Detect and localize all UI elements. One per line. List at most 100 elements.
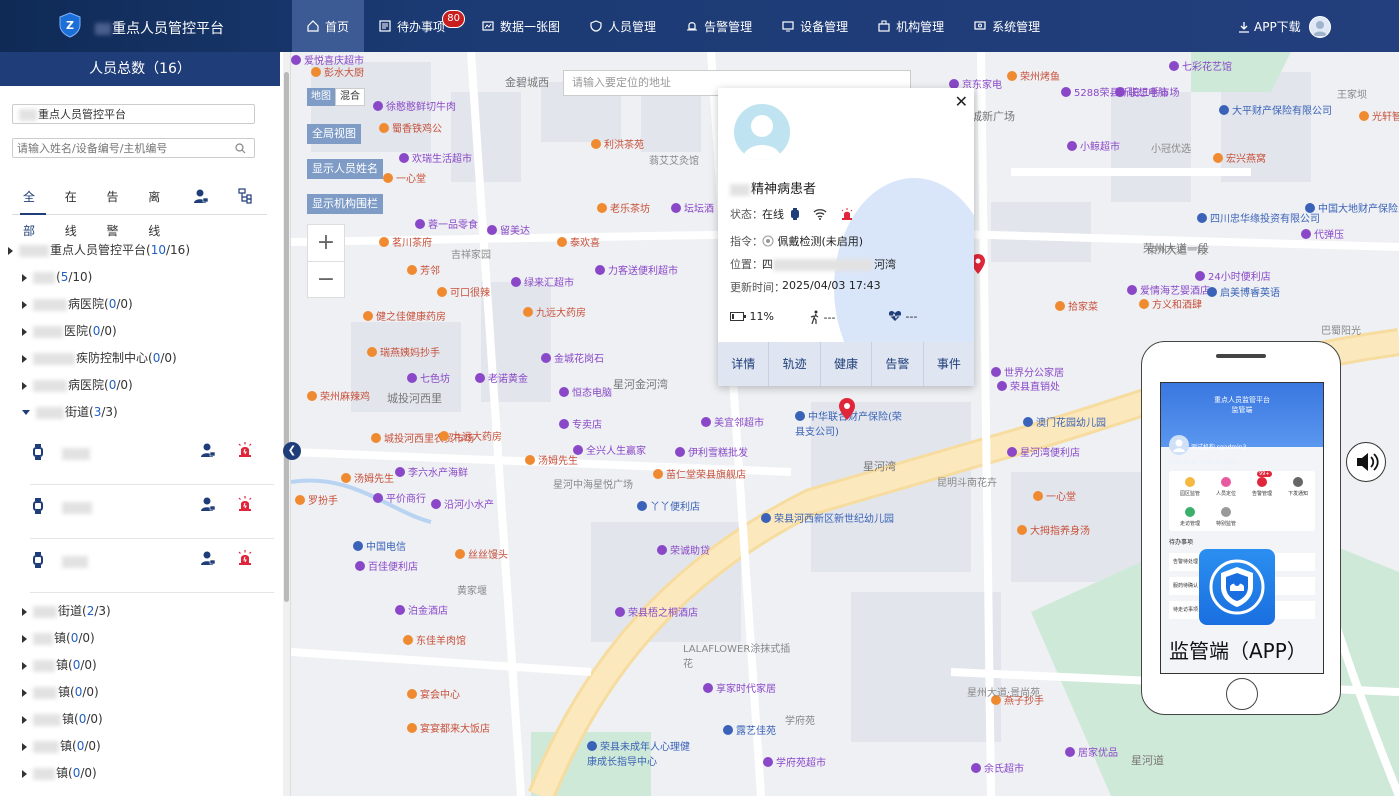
app-phone-promo[interactable]: 重点人员监管平台 监管端 测试机构 sqadmin3 2025-01-07 16… [1141,341,1341,715]
map-poi[interactable]: 全兴人生赢家 [573,442,646,457]
nav-item-1[interactable]: 待办事项 80 [364,0,467,52]
sound-toggle-button[interactable] [1346,442,1386,482]
map-type-hybrid[interactable]: 混合 [335,88,365,106]
map-poi[interactable]: 荣州烤鱼 [1007,68,1060,83]
map-poi[interactable]: 学府苑 [785,712,815,727]
map-poi[interactable]: 星州大道·景尚苑 [967,684,1040,699]
map-poi[interactable]: 汤姆先生 [341,470,394,485]
tree-node[interactable]: 医院(0/0) [0,318,282,345]
app-download-button[interactable]: APP下载 [1238,18,1301,35]
map-poi[interactable]: 徐憨憨鲜切牛肉 [373,98,456,113]
map-poi[interactable]: 荣县梧之桐酒店 [615,604,698,619]
map-poi[interactable]: 爱情海艺婴酒店 [1127,282,1210,297]
tree-node[interactable]: 疾防控制中心(0/0) [0,345,282,372]
show-org-fence-button[interactable]: 显示机构围栏 [307,194,383,214]
map-poi[interactable]: 七色坊 [407,370,450,385]
map-poi[interactable]: 宴宴都来大饭店 [407,720,490,735]
map-poi[interactable]: 荣县未成年人心理健康成长指导中心 [587,738,697,768]
map-poi[interactable]: 一心堂 [383,170,426,185]
person-lock-icon[interactable] [200,550,216,566]
map-poi[interactable]: 美宜邻超市 [701,414,764,429]
map-poi[interactable]: 王家坝 [1337,86,1367,101]
map-poi[interactable]: 荣诚助贷 [657,542,710,557]
map-poi[interactable]: 百佳便利店 [355,558,418,573]
map-poi[interactable]: LALAFLOWER涂抹式插花 [683,640,793,670]
map-poi[interactable]: 欢瑞生活超市 [399,150,472,165]
nav-item-0[interactable]: 首页 [292,0,365,52]
map-poi[interactable]: 留美达 [487,222,530,237]
close-icon[interactable]: ✕ [955,92,968,111]
caret-right-icon[interactable] [22,661,27,670]
caret-right-icon[interactable] [22,688,27,697]
health-button[interactable]: 健康 [821,342,873,386]
person-search[interactable] [12,138,255,158]
map-poi[interactable]: 伊利雪糕批发 [675,444,748,459]
map-poi[interactable]: 罗扮手 [295,492,338,507]
map-poi[interactable]: 荣县直销处 [997,378,1060,393]
map-poi[interactable]: 昆明斗南花卉 [937,474,997,489]
alarm-light-icon[interactable] [237,442,253,458]
map-poi[interactable]: 四川忠华缘投资有限公司 [1197,210,1320,225]
map-poi[interactable]: 荣州麻辣鸡 [307,388,370,403]
map-poi[interactable]: 世界分公家居 [991,364,1064,379]
tree-node[interactable]: 病医院(0/0) [0,372,282,399]
nav-item-7[interactable]: 系统管理 [959,0,1055,52]
person-search-input[interactable] [13,139,231,157]
nav-item-4[interactable]: 告警管理 [671,0,767,52]
map-poi[interactable]: 芳邻 [407,262,440,277]
tree-node[interactable]: 病医院(0/0) [0,291,282,318]
map-poi[interactable]: 露艺佳苑 [723,722,776,737]
org-select[interactable]: 重点人员管控平台 [12,104,255,124]
map-poi[interactable]: 泰欢喜 [557,234,600,249]
map-poi[interactable]: 宴会中心 [407,686,460,701]
person-filter-button[interactable] [179,180,223,214]
map-poi[interactable]: 星河中海星悦广场 [553,476,633,491]
tree-root[interactable]: 重点人员管控平台(10/16) [0,237,282,264]
map-poi[interactable]: 蓊艾艾灸馆 [649,152,699,167]
map-type-map[interactable]: 地图 [307,88,335,106]
org-tree-button[interactable] [223,180,267,214]
caret-right-icon[interactable] [22,607,27,616]
alarm-light-icon[interactable] [237,496,253,512]
map-poi[interactable]: 可口很辣 [437,284,490,299]
map-poi[interactable]: 坛坛酒 [671,200,714,215]
device-person-row[interactable] [30,538,274,593]
map-poi[interactable]: 星河湾便利店 [1007,444,1080,459]
map-poi[interactable]: 茗川茶府 [379,234,432,249]
zoom-in-button[interactable]: + [308,225,344,262]
map-poi[interactable]: 巴蜀阳光 [1321,322,1361,337]
map-poi[interactable]: 大平财产保险有限公司 [1219,102,1332,117]
map-poi[interactable]: 澳门花园幼儿园 [1023,414,1106,429]
map-poi[interactable]: 九远大药房 [439,428,502,443]
tree-node[interactable]: 街道(2/3) [0,598,282,625]
map-poi[interactable]: 拾家菜 [1055,298,1098,313]
full-view-button[interactable]: 全局视图 [307,124,361,144]
nav-item-5[interactable]: 设备管理 [767,0,863,52]
nav-item-3[interactable]: 人员管理 [575,0,671,52]
user-avatar[interactable] [1309,16,1331,38]
map-poi[interactable]: 丫丫便利店 [637,498,700,513]
map-poi[interactable]: 吉祥家园 [451,246,491,261]
map-poi[interactable]: 蜀香铁鸡公 [379,120,442,135]
zoom-out-button[interactable]: − [308,262,344,298]
caret-right-icon[interactable] [22,381,27,390]
nav-item-6[interactable]: 机构管理 [863,0,959,52]
tab-alarm[interactable]: 告警 [96,180,138,238]
caret-right-icon[interactable] [8,246,13,255]
map-poi[interactable]: 联想电脑 [1115,84,1168,99]
tab-offline[interactable]: 离线 [137,180,179,238]
tree-node[interactable]: 镇(0/0) [0,625,282,652]
caret-right-icon[interactable] [22,300,27,309]
map-poi[interactable]: 小冠优选 [1151,140,1191,155]
tree-node[interactable]: 街道(3/3) [0,399,282,426]
map-poi[interactable]: 小鲸超市 [1067,138,1120,153]
map-poi[interactable]: 爱悦喜庆超市 [291,52,364,67]
device-person-row[interactable] [30,430,274,485]
map-poi[interactable]: 汤姆先生 [525,452,578,467]
map-poi[interactable]: 七彩花艺馆 [1169,58,1232,73]
caret-right-icon[interactable] [22,742,27,751]
map-poi[interactable]: 大拇指养身汤 [1017,522,1090,537]
map-poi[interactable]: 余氏超市 [971,760,1024,775]
map-poi[interactable]: 居家优品 [1065,744,1118,759]
tree-node[interactable]: 镇(0/0) [0,760,282,787]
